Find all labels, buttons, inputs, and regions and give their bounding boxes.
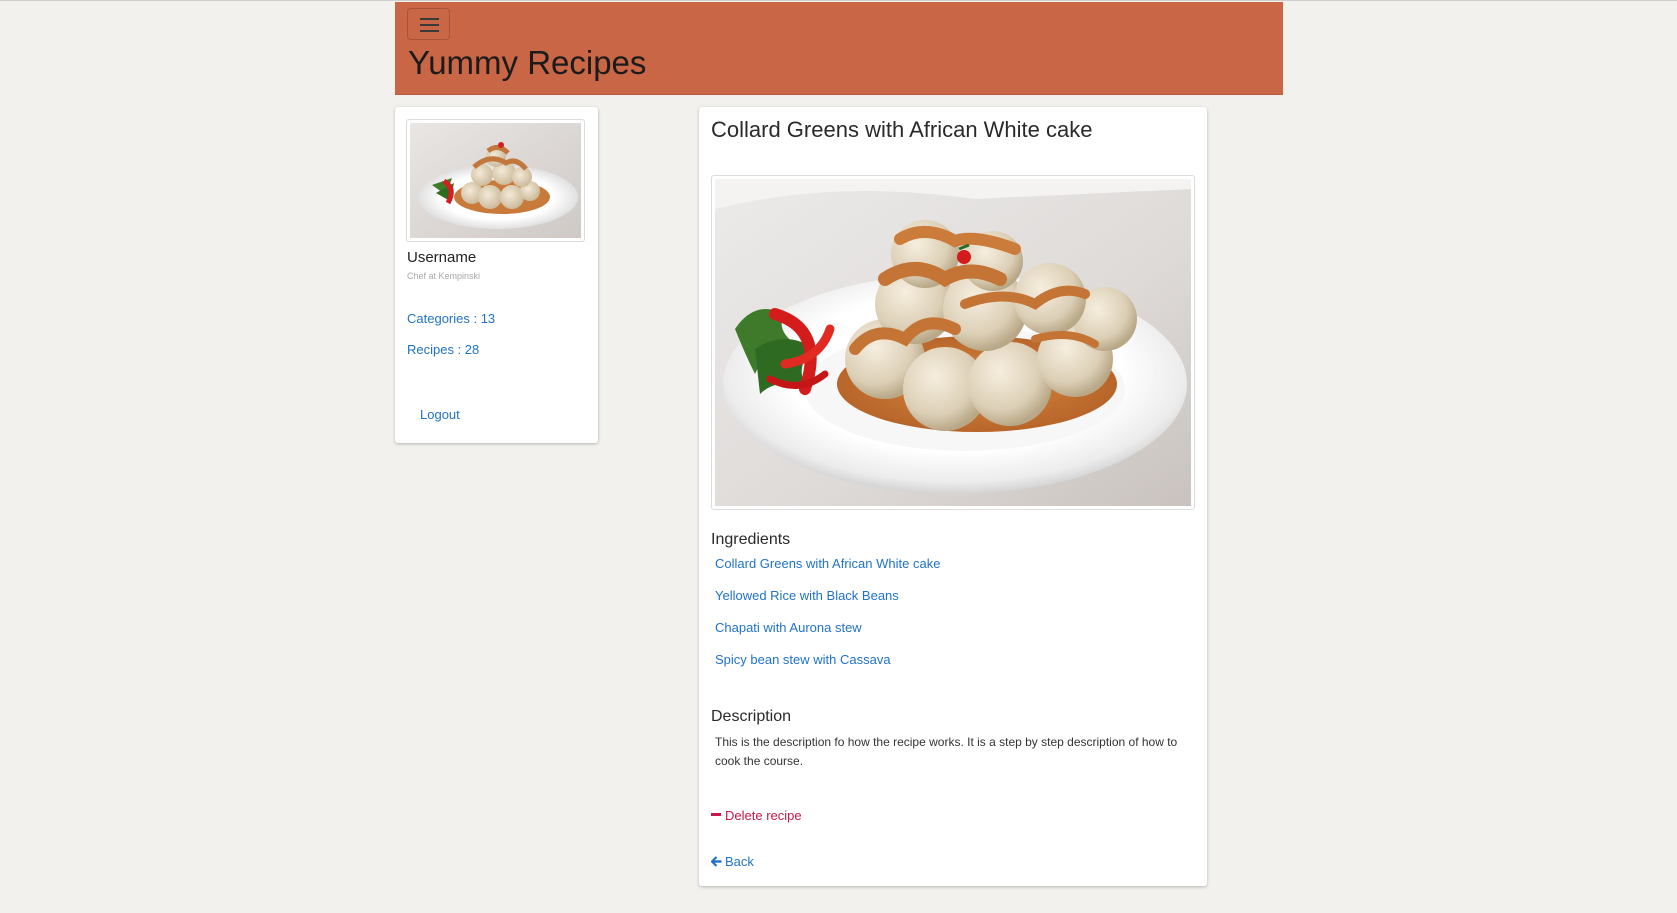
back-link[interactable]: Back [710, 854, 754, 869]
arrow-left-icon [710, 856, 722, 867]
username: Username [407, 249, 477, 266]
page: Yummy Recipes Username Chef at Kempinski… [0, 0, 1677, 913]
recipe-image [711, 175, 1195, 510]
recipes-count-link[interactable]: Recipes : 28 [407, 342, 479, 357]
back-label: Back [725, 854, 754, 869]
categories-count-link[interactable]: Categories : 13 [407, 311, 495, 326]
ingredients-heading: Ingredients [711, 531, 791, 548]
header-bar: Yummy Recipes [395, 2, 1283, 95]
delete-recipe-label: Delete recipe [725, 808, 802, 823]
description-heading: Description [711, 708, 792, 725]
logout-link[interactable]: Logout [420, 407, 460, 422]
ingredient-link[interactable]: Yellowed Rice with Black Beans [715, 588, 899, 603]
avatar [406, 119, 585, 242]
ingredient-link[interactable]: Collard Greens with African White cake [715, 556, 940, 571]
user-title: Chef at Kempinski [407, 271, 481, 281]
delete-recipe-link[interactable]: Delete recipe [711, 808, 802, 823]
minus-icon [711, 813, 721, 817]
profile-card: Username Chef at Kempinski Categories : … [395, 107, 598, 443]
description-text: This is the description fo how the recip… [715, 735, 1178, 768]
ingredient-link[interactable]: Chapati with Aurona stew [715, 620, 862, 635]
menu-toggle-button[interactable] [407, 8, 450, 40]
recipe-card: Collard Greens with African White cake I… [699, 107, 1207, 886]
dumplings-photo [715, 179, 1191, 506]
app-title: Yummy Recipes [408, 44, 647, 81]
dumplings-photo [410, 123, 581, 238]
recipe-title: Collard Greens with African White cake [711, 117, 1093, 142]
ingredient-link[interactable]: Spicy bean stew with Cassava [715, 652, 891, 667]
